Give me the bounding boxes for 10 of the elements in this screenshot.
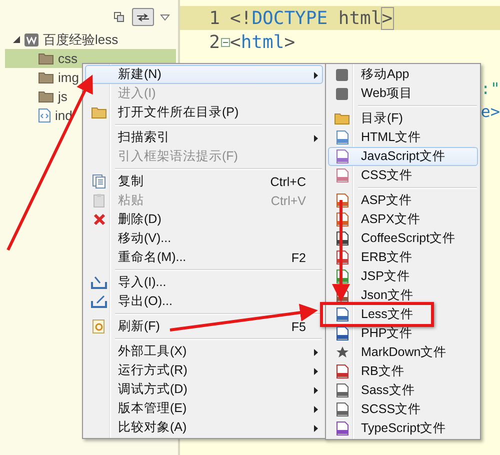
shortcut-label: F2 bbox=[291, 250, 306, 264]
shortcut-label: Ctrl+C bbox=[270, 174, 306, 188]
code-line: <!DOCTYPE html> bbox=[230, 8, 393, 28]
shortcut-label: Ctrl+V bbox=[270, 194, 306, 208]
code-line: <html> bbox=[230, 32, 296, 52]
line-number: 1 bbox=[208, 8, 220, 28]
code-fragment: :" bbox=[480, 79, 500, 98]
line-number: 2 bbox=[208, 32, 220, 52]
shortcut-label: F5 bbox=[291, 320, 306, 334]
code-fragment: e> bbox=[480, 102, 500, 121]
